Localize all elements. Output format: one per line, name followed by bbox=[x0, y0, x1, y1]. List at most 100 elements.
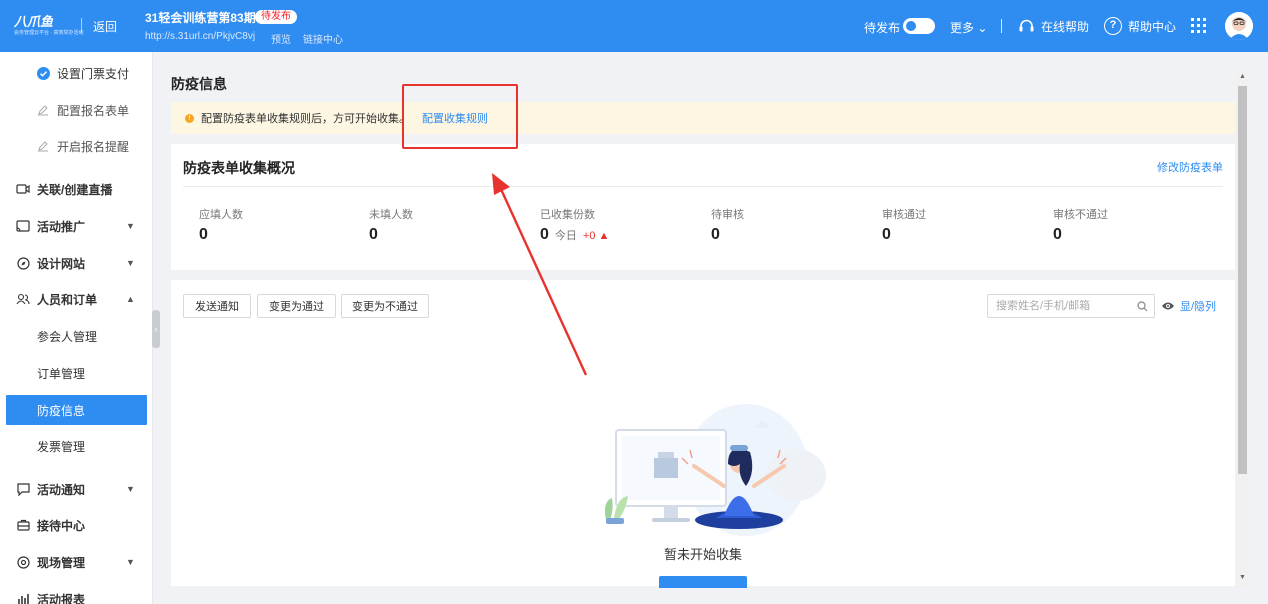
divider bbox=[1001, 19, 1002, 33]
mark-pass-button[interactable]: 变更为通过 bbox=[257, 294, 336, 318]
sidebar-item-label: 设计网站 bbox=[37, 256, 86, 271]
pencil-icon bbox=[36, 103, 50, 117]
sidebar-item-label: 活动推广 bbox=[37, 219, 86, 234]
mark-fail-button[interactable]: 变更为不通过 bbox=[341, 294, 429, 318]
avatar[interactable] bbox=[1225, 12, 1253, 40]
scrollbar-thumb[interactable] bbox=[1238, 86, 1247, 474]
sidebar-item-registration-form[interactable]: 配置报名表单 bbox=[0, 95, 153, 125]
sidebar-item-invoices[interactable]: 发票管理 bbox=[0, 431, 153, 461]
chevron-down-icon: ▼ bbox=[126, 484, 135, 494]
empty-state-text: 暂未开始收集 bbox=[663, 547, 742, 562]
stat-value: 0 bbox=[711, 226, 720, 243]
cast-icon bbox=[16, 219, 30, 233]
sidebar-item-label: 订单管理 bbox=[37, 366, 86, 381]
eye-icon bbox=[1162, 302, 1174, 310]
scroll-up-arrow[interactable]: ▲ bbox=[1239, 73, 1246, 80]
sidebar-item-label: 接待中心 bbox=[37, 518, 86, 533]
sidebar-item-label: 活动通知 bbox=[37, 482, 86, 497]
sidebar-item-attendees[interactable]: 参会人管理 bbox=[0, 321, 153, 351]
sidebar-item-reception[interactable]: 接待中心 bbox=[0, 510, 153, 540]
divider bbox=[183, 186, 1223, 187]
chevron-up-icon: ▲ bbox=[126, 294, 135, 304]
edit-form-link[interactable]: 修改防疫表单 bbox=[1157, 159, 1223, 175]
search-icon[interactable] bbox=[1137, 301, 1148, 312]
sidebar-item-website-design[interactable]: 设计网站 ▼ bbox=[0, 248, 153, 278]
sidebar-item-epidemic-info[interactable]: 防疫信息 bbox=[6, 395, 147, 425]
logo-subtitle: 会务管理云平台 · 高效举办活动 bbox=[14, 30, 84, 36]
stat-should-fill: 应填人数 0 bbox=[199, 206, 369, 244]
publish-toggle[interactable] bbox=[903, 18, 935, 34]
sidebar-item-live-stream[interactable]: 关联/创建直播 bbox=[0, 174, 153, 204]
help-center-button[interactable]: ? 帮助中心 bbox=[1104, 16, 1176, 36]
sidebar-item-reports[interactable]: 活动报表 bbox=[0, 584, 153, 604]
online-help-button[interactable]: 在线帮助 bbox=[1018, 17, 1089, 35]
empty-state-illustration bbox=[604, 404, 826, 536]
logo-text: 八爪鱼 bbox=[14, 14, 54, 29]
stat-value: 0 bbox=[540, 226, 549, 243]
sidebar: 设置门票支付 配置报名表单 开启报名提醒 关联/创建直播 活动推广 ▼ 设计网站… bbox=[0, 52, 153, 604]
summary-card: 防疫表单收集概况 修改防疫表单 应填人数 0 未填人数 0 已收集份数 0 今日… bbox=[171, 144, 1235, 270]
publish-status-label: 待发布 bbox=[864, 21, 901, 35]
stat-value: 0 bbox=[199, 226, 208, 243]
sidebar-item-people-orders[interactable]: 人员和订单 ▲ bbox=[0, 284, 153, 314]
pencil-icon bbox=[36, 139, 50, 153]
list-card: 发送通知 变更为通过 变更为不通过 显/隐列 bbox=[171, 280, 1235, 588]
check-circle-icon bbox=[36, 66, 50, 80]
search-box bbox=[987, 294, 1155, 318]
today-delta: +0 ▲ bbox=[582, 230, 610, 242]
stat-value: 0 bbox=[1053, 226, 1062, 243]
scroll-down-arrow[interactable]: ▼ bbox=[1239, 574, 1246, 581]
sidebar-item-label: 设置门票支付 bbox=[57, 66, 130, 81]
sidebar-item-onsite[interactable]: 现场管理 ▼ bbox=[0, 547, 153, 577]
stat-approved: 审核通过 0 bbox=[882, 206, 1052, 244]
sidebar-item-ticket-payment[interactable]: 设置门票支付 bbox=[0, 58, 153, 88]
chevron-down-icon: ▼ bbox=[126, 557, 135, 567]
more-menu-button[interactable]: 更多 ⌄ bbox=[950, 19, 987, 36]
sidebar-collapse-handle[interactable]: ‹ bbox=[152, 310, 160, 348]
sidebar-item-label: 现场管理 bbox=[37, 555, 86, 570]
page-title: 防疫信息 bbox=[171, 76, 227, 92]
apps-grid-icon[interactable] bbox=[1191, 18, 1206, 33]
bar-chart-icon bbox=[16, 592, 30, 604]
stat-unfilled: 未填人数 0 bbox=[369, 206, 539, 244]
sidebar-item-label: 参会人管理 bbox=[37, 329, 98, 344]
send-notice-button[interactable]: 发送通知 bbox=[183, 294, 251, 318]
event-url[interactable]: http://s.31url.cn/PkjvC8vj bbox=[145, 31, 255, 42]
stat-label: 未填人数 bbox=[369, 209, 413, 221]
today-label: 今日 bbox=[554, 230, 577, 242]
sidebar-item-label: 人员和订单 bbox=[37, 292, 98, 307]
stat-value: 0 bbox=[369, 226, 378, 243]
preview-link[interactable]: 预览 bbox=[271, 31, 291, 46]
notice-banner: ! 配置防疫表单收集规则后，方可开始收集。 配置收集规则 bbox=[171, 102, 1235, 134]
sidebar-item-orders[interactable]: 订单管理 bbox=[0, 358, 153, 388]
message-icon bbox=[16, 482, 30, 496]
summary-title: 防疫表单收集概况 bbox=[183, 160, 295, 176]
sidebar-item-registration-reminder[interactable]: 开启报名提醒 bbox=[0, 131, 153, 161]
stat-label: 审核不通过 bbox=[1053, 209, 1108, 221]
top-bar: 八爪鱼 会务管理云平台 · 高效举办活动 返回 31轻会训练营第83期 待发布 … bbox=[0, 0, 1268, 52]
back-button[interactable]: 返回 bbox=[93, 18, 117, 35]
event-title: 31轻会训练营第83期 bbox=[145, 11, 256, 25]
toggle-columns-button[interactable]: 显/隐列 bbox=[1161, 298, 1216, 314]
sidebar-item-label: 发票管理 bbox=[37, 439, 86, 454]
divider bbox=[81, 18, 82, 33]
stat-rejected: 审核不通过 0 bbox=[1053, 206, 1223, 244]
chevron-down-icon: ▼ bbox=[126, 221, 135, 231]
status-badge: 待发布 bbox=[255, 10, 297, 24]
stat-label: 审核通过 bbox=[882, 209, 926, 221]
stat-pending-review: 待审核 0 bbox=[711, 206, 881, 244]
stat-label: 待审核 bbox=[711, 209, 744, 221]
link-center-link[interactable]: 链接中心 bbox=[303, 31, 343, 46]
search-input[interactable] bbox=[996, 300, 1136, 312]
headset-icon bbox=[1019, 19, 1034, 31]
sidebar-item-notifications[interactable]: 活动通知 ▼ bbox=[0, 474, 153, 504]
online-help-label: 在线帮助 bbox=[1041, 19, 1090, 34]
sidebar-item-label: 活动报表 bbox=[37, 592, 86, 604]
users-icon bbox=[16, 292, 30, 306]
sidebar-item-label: 开启报名提醒 bbox=[57, 139, 130, 154]
stat-label: 已收集份数 bbox=[540, 209, 595, 221]
start-collection-button[interactable] bbox=[659, 576, 747, 588]
stat-label: 应填人数 bbox=[199, 209, 243, 221]
sidebar-item-promotion[interactable]: 活动推广 ▼ bbox=[0, 211, 153, 241]
toggle-columns-label: 显/隐列 bbox=[1180, 301, 1217, 313]
